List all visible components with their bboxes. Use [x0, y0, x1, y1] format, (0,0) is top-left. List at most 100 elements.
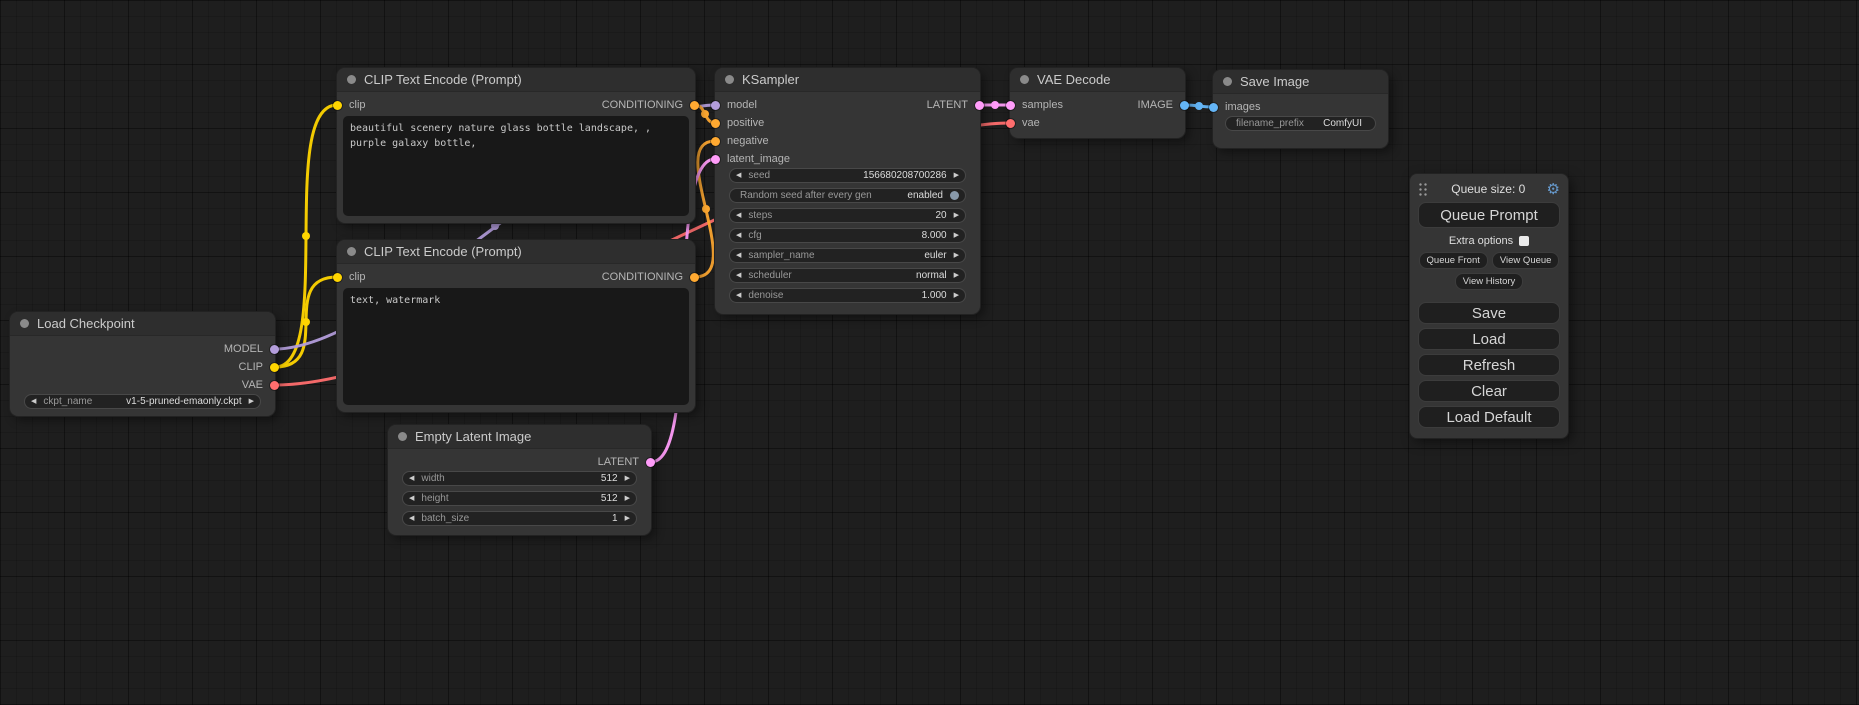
load-button[interactable]: Load [1418, 328, 1560, 350]
decrement-arrow-icon[interactable]: ◀ [736, 172, 741, 179]
node-collapse-dot[interactable] [1020, 75, 1029, 84]
view-queue-button[interactable]: View Queue [1492, 252, 1560, 269]
queue-prompt-button[interactable]: Queue Prompt [1418, 202, 1560, 228]
decrement-arrow-icon[interactable]: ◀ [736, 212, 741, 219]
view-history-button[interactable]: View History [1455, 273, 1524, 290]
widget-value: 8.000 [769, 230, 947, 241]
node-collapse-dot[interactable] [398, 432, 407, 441]
node-collapse-dot[interactable] [347, 247, 356, 256]
increment-arrow-icon[interactable]: ▶ [954, 172, 959, 179]
menu-spacer [1418, 294, 1560, 302]
output-port-latent[interactable] [975, 101, 984, 110]
node-title-bar[interactable]: Save Image [1213, 70, 1388, 94]
decrement-arrow-icon[interactable]: ◀ [31, 398, 36, 405]
increment-arrow-icon[interactable]: ▶ [954, 252, 959, 259]
widget-name: denoise [748, 290, 783, 301]
height-widget[interactable]: ◀ height 512 ▶ [402, 491, 637, 506]
output-port-latent[interactable] [646, 458, 655, 467]
node-clip-text-encode-negative[interactable]: CLIP Text Encode (Prompt) clip CONDITION… [337, 240, 695, 412]
input-port-negative[interactable] [711, 137, 720, 146]
input-port-clip[interactable] [333, 273, 342, 282]
decrement-arrow-icon[interactable]: ◀ [409, 475, 414, 482]
node-ksampler[interactable]: KSampler model LATENT positive negative … [715, 68, 980, 314]
decrement-arrow-icon[interactable]: ◀ [409, 515, 414, 522]
node-title-bar[interactable]: VAE Decode [1010, 68, 1185, 92]
scheduler-widget[interactable]: ◀ scheduler normal ▶ [729, 268, 966, 283]
node-collapse-dot[interactable] [725, 75, 734, 84]
widget-name: height [421, 493, 448, 504]
comfyui-canvas[interactable]: { "colors": { "model": "#B39DDB", "clip"… [0, 0, 1859, 705]
clear-button[interactable]: Clear [1418, 380, 1560, 402]
positive-prompt-textarea[interactable]: beautiful scenery nature glass bottle la… [343, 116, 689, 216]
output-port-model[interactable] [270, 345, 279, 354]
ckpt-name-widget[interactable]: ◀ ckpt_name v1-5-pruned-emaonly.ckpt ▶ [24, 394, 261, 409]
output-port-conditioning[interactable] [690, 273, 699, 282]
slot-row: samples IMAGE [1010, 96, 1185, 114]
node-collapse-dot[interactable] [347, 75, 356, 84]
extra-options-checkbox[interactable] [1519, 236, 1529, 246]
node-load-checkpoint[interactable]: Load Checkpoint MODEL CLIP VAE ◀ ckpt_na… [10, 312, 275, 416]
slot-row: CLIP [10, 358, 275, 376]
output-port-image[interactable] [1180, 101, 1189, 110]
load-default-button[interactable]: Load Default [1418, 406, 1560, 428]
increment-arrow-icon[interactable]: ▶ [954, 272, 959, 279]
increment-arrow-icon[interactable]: ▶ [625, 495, 630, 502]
batch-size-widget[interactable]: ◀ batch_size 1 ▶ [402, 511, 637, 526]
output-port-conditioning[interactable] [690, 101, 699, 110]
output-port-vae[interactable] [270, 381, 279, 390]
width-widget[interactable]: ◀ width 512 ▶ [402, 471, 637, 486]
negative-prompt-textarea[interactable]: text, watermark [343, 288, 689, 405]
decrement-arrow-icon[interactable]: ◀ [409, 495, 414, 502]
sampler-name-widget[interactable]: ◀ sampler_name euler ▶ [729, 248, 966, 263]
decrement-arrow-icon[interactable]: ◀ [736, 232, 741, 239]
node-clip-text-encode-positive[interactable]: CLIP Text Encode (Prompt) clip CONDITION… [337, 68, 695, 223]
input-port-latent-image[interactable] [711, 155, 720, 164]
input-port-model[interactable] [711, 101, 720, 110]
input-port-images[interactable] [1209, 103, 1218, 112]
cfg-widget[interactable]: ◀ cfg 8.000 ▶ [729, 228, 966, 243]
node-save-image[interactable]: Save Image images filename_prefix ComfyU… [1213, 70, 1388, 148]
widget-name: width [421, 473, 444, 484]
wire-clip-to-positive-encode [275, 105, 337, 367]
widget-name: steps [748, 210, 772, 221]
input-port-samples[interactable] [1006, 101, 1015, 110]
output-port-clip[interactable] [270, 363, 279, 372]
random-seed-toggle-widget[interactable]: Random seed after every gen enabled [729, 188, 966, 203]
node-title-bar[interactable]: Load Checkpoint [10, 312, 275, 336]
seed-widget[interactable]: ◀ seed 156680208700286 ▶ [729, 168, 966, 183]
settings-gear-icon[interactable]: ⚙ [1547, 182, 1560, 197]
node-title-bar[interactable]: KSampler [715, 68, 980, 92]
drag-handle-icon[interactable] [1418, 182, 1428, 196]
node-collapse-dot[interactable] [1223, 77, 1232, 86]
decrement-arrow-icon[interactable]: ◀ [736, 292, 741, 299]
increment-arrow-icon[interactable]: ▶ [954, 232, 959, 239]
increment-arrow-icon[interactable]: ▶ [954, 212, 959, 219]
input-port-vae[interactable] [1006, 119, 1015, 128]
node-collapse-dot[interactable] [20, 319, 29, 328]
increment-arrow-icon[interactable]: ▶ [625, 475, 630, 482]
menu-header: Queue size: 0 ⚙ [1418, 180, 1560, 198]
widget-name: sampler_name [748, 250, 814, 261]
node-title-bar[interactable]: Empty Latent Image [388, 425, 651, 449]
filename-prefix-widget[interactable]: filename_prefix ComfyUI [1225, 116, 1376, 131]
toggle-knob[interactable] [950, 191, 959, 200]
wire-clip-to-negative-encode [275, 277, 337, 367]
denoise-widget[interactable]: ◀ denoise 1.000 ▶ [729, 288, 966, 303]
input-port-positive[interactable] [711, 119, 720, 128]
increment-arrow-icon[interactable]: ▶ [954, 292, 959, 299]
decrement-arrow-icon[interactable]: ◀ [736, 252, 741, 259]
input-label-clip: clip [349, 271, 366, 283]
save-button[interactable]: Save [1418, 302, 1560, 324]
increment-arrow-icon[interactable]: ▶ [249, 398, 254, 405]
queue-front-button[interactable]: Queue Front [1419, 252, 1488, 269]
node-empty-latent-image[interactable]: Empty Latent Image LATENT ◀ width 512 ▶ … [388, 425, 651, 535]
steps-widget[interactable]: ◀ steps 20 ▶ [729, 208, 966, 223]
node-title-bar[interactable]: CLIP Text Encode (Prompt) [337, 240, 695, 264]
increment-arrow-icon[interactable]: ▶ [625, 515, 630, 522]
decrement-arrow-icon[interactable]: ◀ [736, 272, 741, 279]
node-vae-decode[interactable]: VAE Decode samples IMAGE vae [1010, 68, 1185, 138]
refresh-button[interactable]: Refresh [1418, 354, 1560, 376]
node-title: VAE Decode [1037, 72, 1110, 87]
node-title-bar[interactable]: CLIP Text Encode (Prompt) [337, 68, 695, 92]
input-port-clip[interactable] [333, 101, 342, 110]
